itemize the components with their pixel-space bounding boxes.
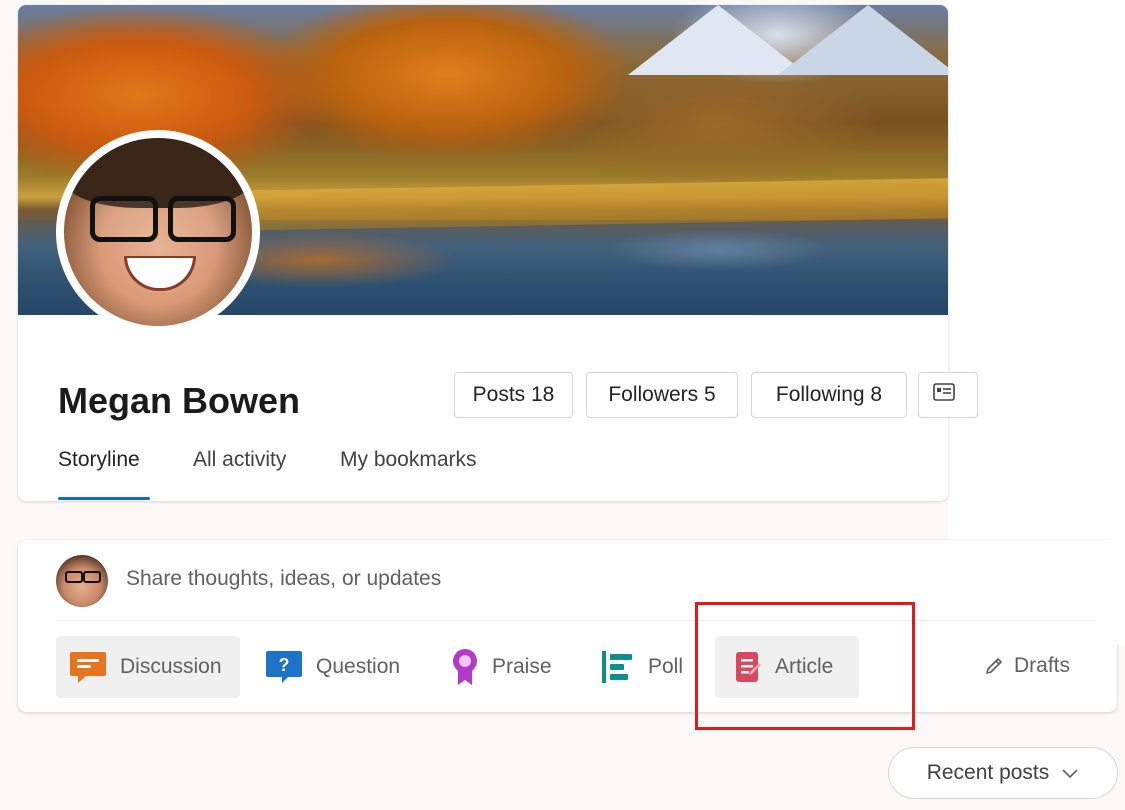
praise-icon (450, 647, 480, 687)
post-type-praise-button[interactable]: Praise (440, 636, 570, 698)
profile-name: Megan Bowen (58, 380, 301, 421)
post-type-label: Question (316, 655, 401, 678)
poll-icon (600, 649, 636, 685)
annotation-highlight-box (695, 602, 915, 730)
sort-dropdown-label: Recent posts (926, 761, 1050, 784)
post-type-label: Discussion (120, 655, 222, 678)
posts-count-button[interactable]: Posts 18 (454, 372, 573, 418)
post-type-label: Praise (492, 655, 552, 678)
contact-card-button[interactable] (918, 372, 978, 418)
share-input[interactable]: Share thoughts, ideas, or updates (126, 567, 441, 591)
discussion-icon (68, 649, 108, 685)
post-type-question-button[interactable]: ? Question (252, 636, 412, 698)
profile-avatar-photo (64, 138, 252, 326)
svg-text:?: ? (279, 655, 290, 675)
drafts-button[interactable]: Drafts (984, 654, 1070, 678)
active-tab-indicator (58, 497, 150, 500)
chevron-down-icon (1061, 767, 1079, 779)
contact-card-icon (933, 383, 955, 407)
composer-edge-mask (948, 540, 1125, 645)
pencil-icon (984, 656, 1004, 676)
post-type-poll-button[interactable]: Poll (590, 636, 700, 698)
sort-dropdown-button[interactable]: Recent posts (888, 747, 1118, 799)
followers-count-button[interactable]: Followers 5 (586, 372, 738, 418)
cover-mountain (778, 5, 948, 75)
tab-my-bookmarks[interactable]: My bookmarks (340, 448, 477, 472)
question-icon: ? (264, 649, 304, 685)
composer-divider (56, 620, 1096, 621)
following-count-button[interactable]: Following 8 (751, 372, 907, 418)
tab-storyline[interactable]: Storyline (58, 448, 140, 472)
profile-avatar[interactable] (56, 130, 260, 334)
composer-avatar (56, 555, 108, 607)
tab-all-activity[interactable]: All activity (193, 448, 286, 472)
drafts-label: Drafts (1014, 654, 1071, 677)
post-type-discussion-button[interactable]: Discussion (56, 636, 240, 698)
post-type-label: Poll (648, 655, 684, 678)
